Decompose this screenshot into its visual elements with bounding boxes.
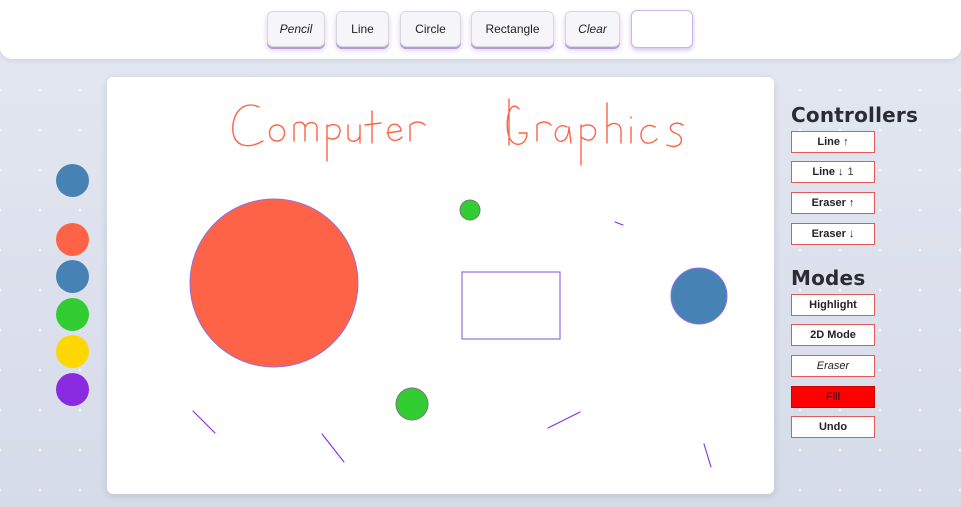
filled-circle-bottom bbox=[395, 387, 429, 421]
color-swatch-green[interactable] bbox=[56, 298, 89, 331]
line-segment bbox=[547, 411, 581, 429]
color-swatch-steelblue[interactable] bbox=[56, 260, 89, 293]
line-segment bbox=[614, 221, 624, 226]
pencil-tool-button[interactable]: Pencil bbox=[267, 11, 325, 47]
color-swatch-purple[interactable] bbox=[56, 373, 89, 406]
color-swatch-tomato[interactable] bbox=[56, 223, 89, 256]
top-toolbar: Pencil Line Circle Rectangle Clear bbox=[0, 0, 961, 59]
color-swatch-gold[interactable] bbox=[56, 335, 89, 368]
drawing-canvas[interactable] bbox=[107, 77, 774, 494]
2d-mode-button[interactable]: 2D Mode bbox=[791, 324, 875, 346]
line-width-increase-button[interactable]: Line ↑ bbox=[791, 131, 875, 153]
controllers-title: Controllers bbox=[791, 103, 919, 127]
fill-mode-button[interactable]: Fill bbox=[791, 386, 875, 408]
undo-button[interactable]: Undo bbox=[791, 416, 875, 438]
outline-rectangle bbox=[461, 271, 561, 340]
highlight-mode-button[interactable]: Highlight bbox=[791, 294, 875, 316]
color-picker-input[interactable] bbox=[631, 10, 693, 48]
circle-tool-button[interactable]: Circle bbox=[400, 11, 461, 47]
filled-circle-small-top bbox=[459, 199, 481, 221]
eraser-size-increase-button[interactable]: Eraser ↑ bbox=[791, 192, 875, 214]
canvas-drawing-layer bbox=[189, 98, 728, 468]
clear-button[interactable]: Clear bbox=[565, 11, 620, 47]
handwritten-text-computer-graphics bbox=[232, 98, 684, 166]
line-width-decrease-button[interactable]: Line ↓ 1 bbox=[791, 161, 875, 183]
selected-color-swatch bbox=[56, 164, 89, 197]
modes-title: Modes bbox=[791, 266, 866, 290]
line-segment bbox=[703, 443, 712, 468]
line-tool-button[interactable]: Line bbox=[336, 11, 389, 47]
line-down-label: Line ↓ bbox=[812, 166, 844, 178]
filled-circle-large bbox=[189, 198, 359, 368]
line-segment bbox=[321, 433, 345, 463]
eraser-size-decrease-button[interactable]: Eraser ↓ bbox=[791, 223, 875, 245]
rectangle-tool-button[interactable]: Rectangle bbox=[471, 11, 554, 47]
line-width-value: 1 bbox=[847, 166, 854, 178]
line-segment bbox=[192, 410, 216, 434]
filled-circle-right bbox=[670, 267, 728, 325]
eraser-mode-button[interactable]: Eraser bbox=[791, 355, 875, 377]
